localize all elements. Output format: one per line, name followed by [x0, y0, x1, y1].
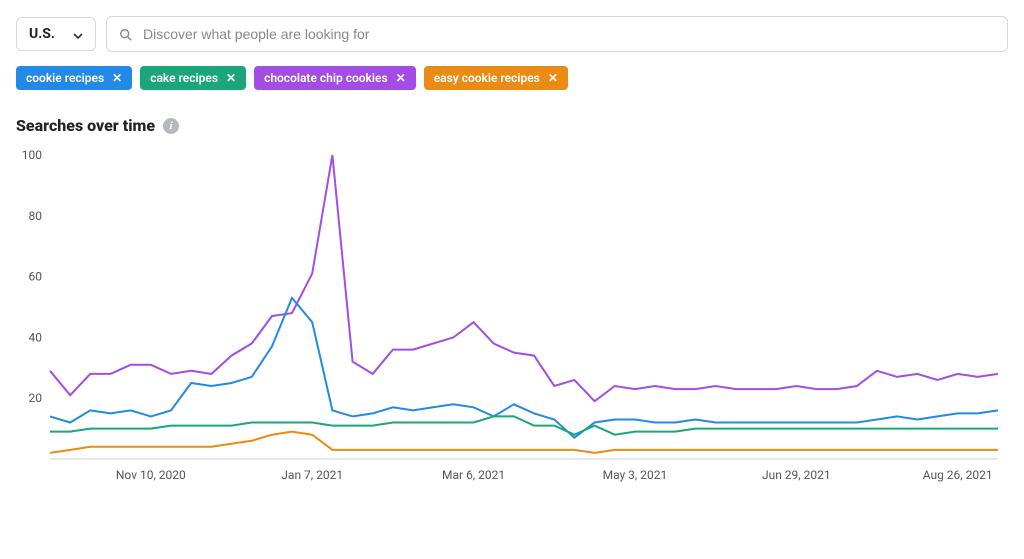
x-tick: Nov 10, 2020	[116, 468, 186, 482]
y-tick: 40	[29, 330, 43, 344]
country-select-label: U.S.	[29, 26, 55, 42]
info-icon[interactable]: i	[163, 118, 179, 134]
series-cookie-recipes	[50, 298, 998, 438]
chip-chocolate-chip-cookies[interactable]: chocolate chip cookies ✕	[254, 66, 416, 90]
x-tick: Mar 6, 2021	[442, 468, 505, 482]
close-icon[interactable]: ✕	[112, 71, 122, 85]
search-input[interactable]	[141, 25, 995, 43]
search-box[interactable]	[106, 16, 1008, 52]
section-title-row: Searches over time i	[16, 116, 1008, 135]
section-title: Searches over time	[16, 116, 155, 135]
chip-cookie-recipes[interactable]: cookie recipes ✕	[16, 66, 132, 90]
series-easy-cookie-recipes	[50, 432, 998, 453]
svg-text:Jan 7, 2021: Jan 7, 2021	[281, 468, 343, 482]
series-chocolate-chip-cookies	[50, 155, 998, 401]
chart-svg: 20 40 60 80 100 Nov 10, 2020 Jan 7, 2021 Mar 6,…	[16, 149, 1008, 489]
y-tick: 100	[22, 149, 42, 162]
y-tick: 20	[29, 391, 43, 405]
svg-text:100: 100	[22, 149, 42, 162]
country-select[interactable]: U.S.	[16, 17, 96, 51]
close-icon[interactable]: ✕	[548, 71, 558, 85]
chip-cake-recipes[interactable]: cake recipes ✕	[140, 66, 246, 90]
svg-text:Mar 6, 2021: Mar 6, 2021	[442, 468, 505, 482]
x-tick: Jun 29, 2021	[762, 468, 831, 482]
svg-text:80: 80	[29, 209, 43, 223]
svg-text:Jun 29, 2021: Jun 29, 2021	[762, 468, 831, 482]
chip-label: cookie recipes	[26, 71, 104, 85]
svg-text:May 3, 2021: May 3, 2021	[603, 468, 668, 482]
x-tick: Aug 26, 2021	[923, 468, 993, 482]
svg-text:Aug 26, 2021: Aug 26, 2021	[923, 468, 993, 482]
search-icon	[119, 27, 133, 41]
svg-text:60: 60	[29, 270, 43, 284]
y-tick: 80	[29, 209, 43, 223]
y-tick: 60	[29, 270, 43, 284]
close-icon[interactable]: ✕	[226, 71, 236, 85]
chevron-down-icon	[73, 29, 83, 39]
svg-text:20: 20	[29, 391, 43, 405]
line-chart: 20 40 60 80 100 Nov 10, 2020 Jan 7, 2021 Mar 6,…	[16, 149, 1008, 489]
x-tick: May 3, 2021	[603, 468, 668, 482]
series-cake-recipes	[50, 416, 998, 434]
search-term-chips: cookie recipes✕cake recipes✕chocolate ch…	[16, 66, 1008, 90]
x-tick: Jan 7, 2021	[281, 468, 343, 482]
chip-easy-cookie-recipes[interactable]: easy cookie recipes ✕	[424, 66, 568, 90]
svg-text:40: 40	[29, 330, 43, 344]
chip-label: cake recipes	[150, 71, 218, 85]
top-controls-row: U.S.	[16, 16, 1008, 52]
chip-label: chocolate chip cookies	[264, 71, 388, 85]
chip-label: easy cookie recipes	[434, 71, 540, 85]
close-icon[interactable]: ✕	[396, 71, 406, 85]
svg-text:Nov 10, 2020: Nov 10, 2020	[116, 468, 186, 482]
